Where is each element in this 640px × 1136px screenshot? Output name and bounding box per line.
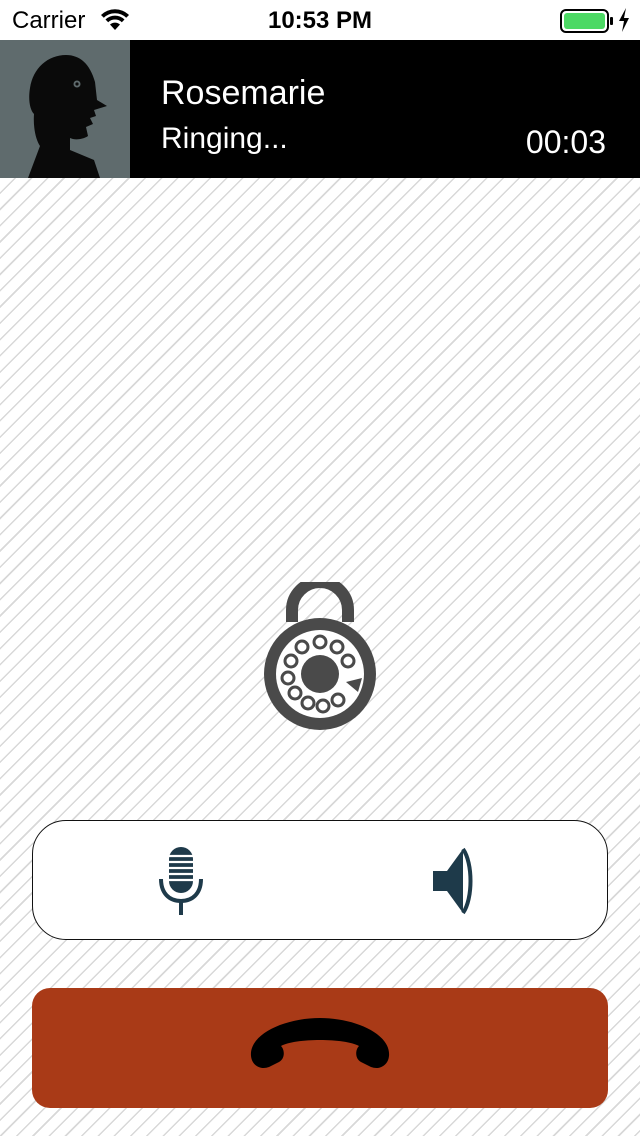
rotary-padlock-icon xyxy=(264,582,376,730)
call-controls-panel xyxy=(32,820,608,940)
speaker-icon[interactable] xyxy=(427,843,479,919)
call-header: Rosemarie Ringing... 00:03 xyxy=(0,40,640,178)
silhouette-avatar-icon xyxy=(28,55,107,178)
call-timer: 00:03 xyxy=(525,124,606,160)
avatar xyxy=(0,40,130,178)
caller-name: Rosemarie xyxy=(161,74,326,112)
end-call-button[interactable] xyxy=(32,988,608,1108)
microphone-icon[interactable] xyxy=(155,843,207,919)
status-bar: Carrier 10:53 PM xyxy=(0,0,640,40)
battery-icon xyxy=(560,9,613,33)
phone-handset-icon xyxy=(250,1018,390,1068)
call-status: Ringing... xyxy=(161,122,288,155)
charging-bolt-icon xyxy=(619,8,629,32)
call-content-area xyxy=(0,178,640,1136)
status-time: 10:53 PM xyxy=(267,7,373,34)
